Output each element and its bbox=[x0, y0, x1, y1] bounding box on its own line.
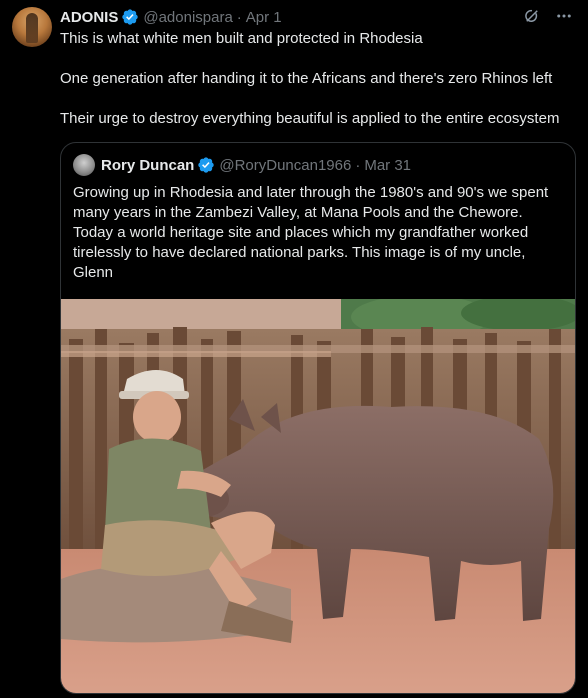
author-display-name[interactable]: ADONIS bbox=[60, 9, 118, 26]
quoted-tweet-header: Rory Duncan @RoryDuncan1966 · Mar 31 bbox=[73, 154, 411, 176]
grok-icon[interactable] bbox=[522, 6, 542, 26]
verified-badge-icon bbox=[122, 9, 139, 25]
quoted-author-handle[interactable]: @RoryDuncan1966 bbox=[219, 157, 351, 174]
tweet-text: This is what white men built and protect… bbox=[60, 29, 580, 129]
verified-badge-icon bbox=[198, 157, 215, 173]
post-date[interactable]: Apr 1 bbox=[246, 9, 282, 26]
tweet-text-line: Their urge to destroy everything beautif… bbox=[60, 110, 560, 127]
quoted-tweet-text: Growing up in Rhodesia and later through… bbox=[73, 184, 549, 281]
tweet-text-line: This is what white men built and protect… bbox=[60, 30, 423, 47]
tweet-actions bbox=[522, 6, 574, 26]
author-handle[interactable]: @adonispara bbox=[143, 9, 232, 26]
separator-dot: · bbox=[236, 8, 242, 26]
quoted-author-avatar[interactable] bbox=[73, 154, 95, 176]
quoted-post-date[interactable]: Mar 31 bbox=[364, 157, 411, 174]
quoted-tweet-photo[interactable] bbox=[61, 299, 576, 694]
more-icon[interactable] bbox=[554, 6, 574, 26]
quoted-tweet[interactable]: Rory Duncan @RoryDuncan1966 · Mar 31 Gro… bbox=[60, 142, 576, 694]
separator-dot: · bbox=[355, 156, 361, 174]
tweet-text-line: One generation after handing it to the A… bbox=[60, 70, 553, 87]
tweet[interactable]: ADONIS @adonispara · Apr 1 This is what … bbox=[0, 0, 588, 698]
quoted-author-display-name[interactable]: Rory Duncan bbox=[101, 157, 194, 174]
tweet-header: ADONIS @adonispara · Apr 1 bbox=[60, 7, 282, 27]
author-avatar[interactable] bbox=[12, 7, 52, 47]
